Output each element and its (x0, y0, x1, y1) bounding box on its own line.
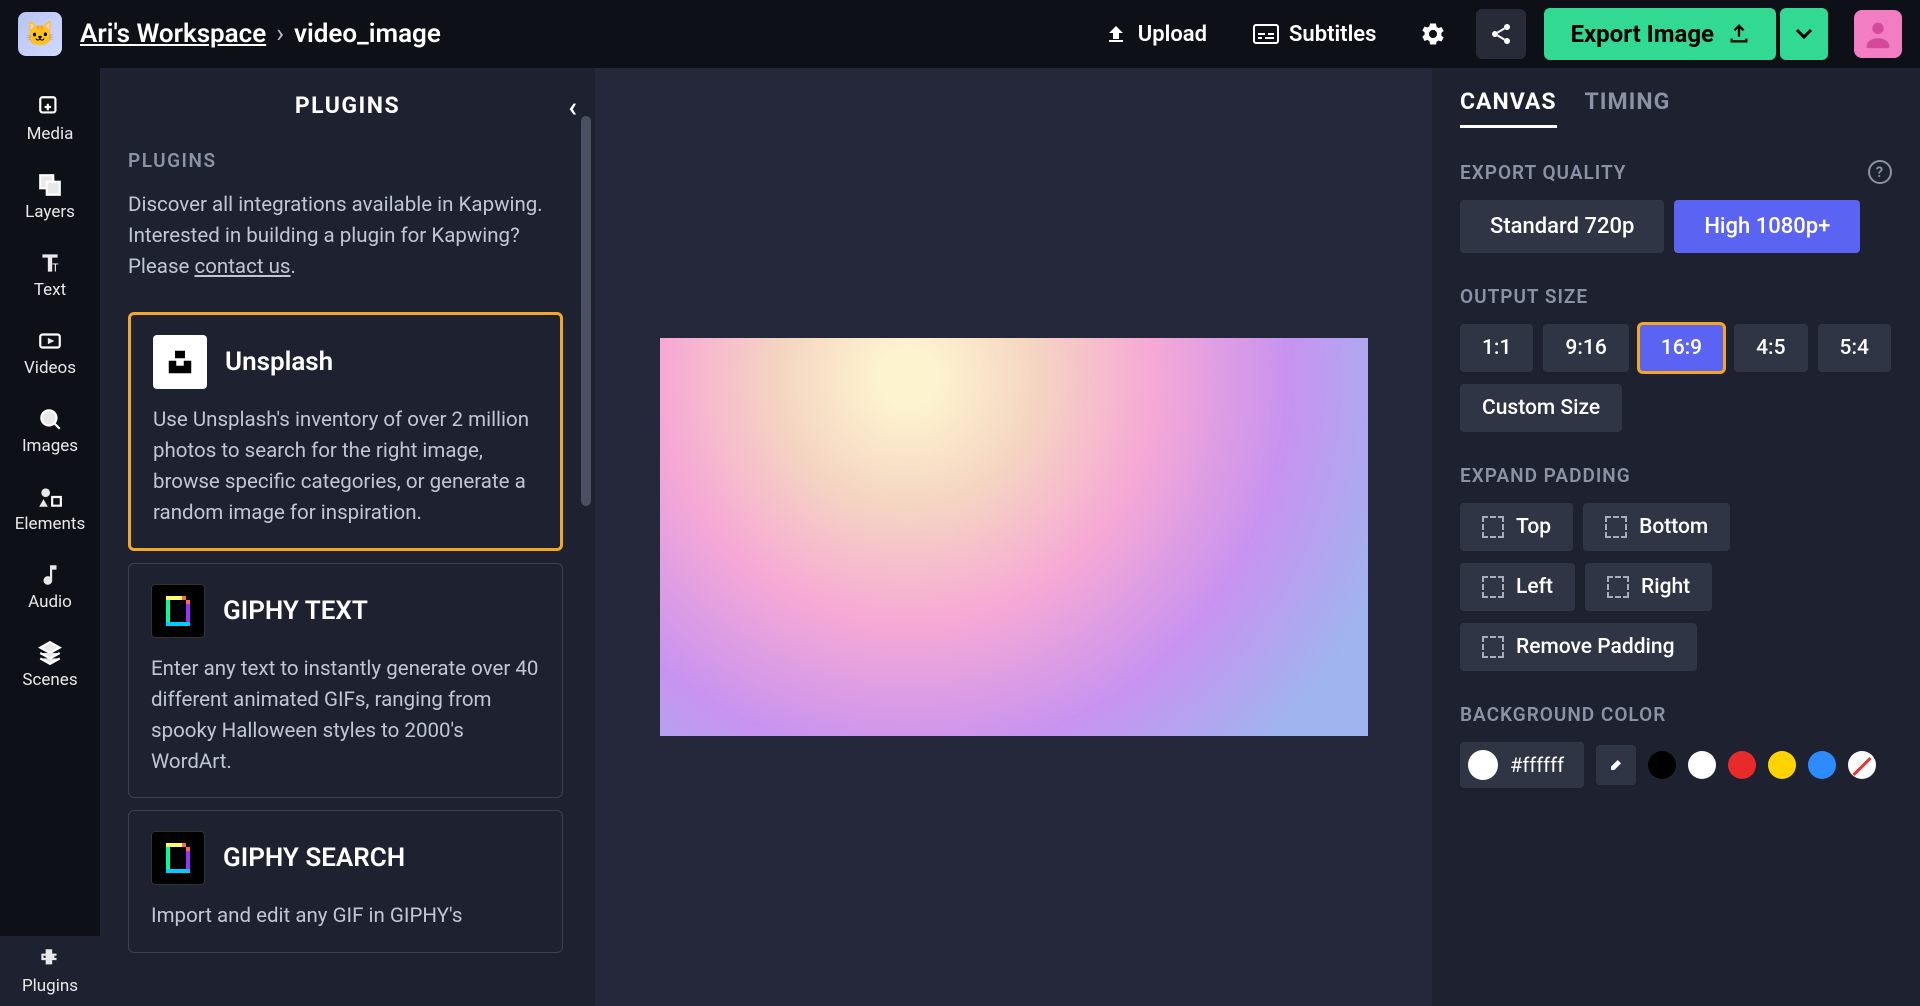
plugin-card-unsplash[interactable]: Unsplash Use Unsplash's inventory of ove… (128, 312, 563, 551)
canvas-stage[interactable] (595, 68, 1432, 1006)
plugin-description: Import and edit any GIF in GIPHY's (151, 901, 540, 932)
padding-remove[interactable]: Remove Padding (1460, 623, 1697, 671)
tab-timing[interactable]: TIMING (1585, 88, 1671, 128)
project-name: video_image (294, 19, 441, 49)
help-icon[interactable]: ? (1868, 160, 1892, 184)
rail-text[interactable]: TText (0, 240, 100, 310)
dashed-box-icon (1605, 516, 1627, 538)
chevron-down-icon (1795, 28, 1813, 40)
contact-us-link[interactable]: contact us (194, 255, 290, 279)
plugin-description: Use Unsplash's inventory of over 2 milli… (153, 405, 538, 528)
quality-high[interactable]: High 1080p+ (1674, 200, 1860, 253)
giphy-icon (151, 831, 205, 885)
breadcrumb-separator: › (276, 19, 284, 49)
settings-button[interactable] (1408, 9, 1458, 59)
padding-bottom[interactable]: Bottom (1583, 503, 1730, 551)
rail-audio[interactable]: Audio (0, 552, 100, 622)
workspace-link[interactable]: Ari's Workspace (80, 19, 266, 49)
panel-title: PLUGINS (295, 92, 400, 119)
panel-collapse-button[interactable]: ‹ (568, 90, 577, 123)
ratio-5-4[interactable]: 5:4 (1818, 324, 1891, 372)
export-icon (1728, 23, 1750, 45)
dashed-box-icon (1482, 576, 1504, 598)
subtitles-button[interactable]: Subtitles (1239, 14, 1390, 55)
plugins-subheading: PLUGINS (128, 149, 563, 172)
plugin-title: Unsplash (225, 347, 333, 377)
share-button[interactable] (1476, 9, 1526, 59)
ratio-9-16[interactable]: 9:16 (1543, 324, 1628, 372)
swatch-yellow[interactable] (1768, 751, 1796, 779)
swatch-white[interactable] (1688, 751, 1716, 779)
app-header: 🐱 Ari's Workspace › video_image Upload S… (0, 0, 1920, 68)
plugin-description: Enter any text to instantly generate ove… (151, 654, 540, 777)
eyedropper-icon (1606, 755, 1626, 775)
current-color-swatch (1468, 750, 1498, 780)
gear-icon (1419, 20, 1447, 48)
export-dropdown[interactable] (1780, 8, 1828, 60)
padding-right[interactable]: Right (1585, 563, 1712, 611)
expand-padding-label: EXPAND PADDING (1460, 464, 1631, 487)
plugin-card-giphy-search[interactable]: GIPHY SEARCH Import and edit any GIF in … (128, 810, 563, 953)
tool-rail: Media Layers TText Videos Images Element… (0, 68, 100, 1006)
ratio-16-9[interactable]: 16:9 (1639, 324, 1724, 372)
ratio-4-5[interactable]: 4:5 (1734, 324, 1807, 372)
plugin-title: GIPHY TEXT (223, 596, 368, 626)
rail-videos[interactable]: Videos (0, 318, 100, 388)
rail-plugins[interactable]: Plugins (0, 936, 100, 1006)
breadcrumb: Ari's Workspace › video_image (80, 19, 441, 49)
swatch-red[interactable] (1728, 751, 1756, 779)
rail-media[interactable]: Media (0, 84, 100, 154)
rail-layers[interactable]: Layers (0, 162, 100, 232)
swatch-none[interactable] (1848, 751, 1876, 779)
plugins-description: Discover all integrations available in K… (128, 190, 563, 282)
export-button[interactable]: Export Image (1544, 8, 1776, 60)
custom-size-button[interactable]: Custom Size (1460, 384, 1622, 432)
upload-button[interactable]: Upload (1090, 14, 1221, 55)
swatch-blue[interactable] (1808, 751, 1836, 779)
padding-top[interactable]: Top (1460, 503, 1573, 551)
properties-sidebar: CANVAS TIMING EXPORT QUALITY ? Standard … (1432, 68, 1920, 1006)
rail-scenes[interactable]: Scenes (0, 630, 100, 700)
panel-scrollbar[interactable] (581, 116, 591, 506)
quality-standard[interactable]: Standard 720p (1460, 200, 1664, 253)
giphy-icon (151, 584, 205, 638)
eyedropper-button[interactable] (1596, 745, 1636, 785)
output-size-label: OUTPUT SIZE (1460, 285, 1588, 308)
tab-canvas[interactable]: CANVAS (1460, 88, 1557, 128)
subtitles-icon (1253, 24, 1279, 44)
canvas-content[interactable] (660, 338, 1368, 736)
rail-elements[interactable]: Elements (0, 474, 100, 544)
svg-text:T: T (52, 262, 59, 275)
ratio-1-1[interactable]: 1:1 (1460, 324, 1533, 372)
dashed-box-icon (1607, 576, 1629, 598)
rail-images[interactable]: Images (0, 396, 100, 466)
chevron-left-icon: ‹ (568, 90, 577, 123)
color-hex-value: #ffffff (1510, 753, 1564, 777)
color-hex-chip[interactable]: #ffffff (1460, 742, 1584, 788)
export-quality-label: EXPORT QUALITY (1460, 161, 1626, 184)
upload-icon (1104, 22, 1128, 46)
plugins-panel: PLUGINS ‹ PLUGINS Discover all integrati… (100, 68, 595, 1006)
dashed-box-icon (1482, 516, 1504, 538)
plugin-card-giphy-text[interactable]: GIPHY TEXT Enter any text to instantly g… (128, 563, 563, 798)
unsplash-icon (153, 335, 207, 389)
workspace-avatar[interactable]: 🐱 (18, 12, 62, 56)
user-avatar[interactable] (1854, 10, 1902, 58)
plugin-title: GIPHY SEARCH (223, 843, 405, 873)
swatch-black[interactable] (1648, 751, 1676, 779)
share-icon (1489, 22, 1513, 46)
dashed-box-icon (1482, 636, 1504, 658)
background-color-label: BACKGROUND COLOR (1460, 703, 1666, 726)
padding-left[interactable]: Left (1460, 563, 1575, 611)
